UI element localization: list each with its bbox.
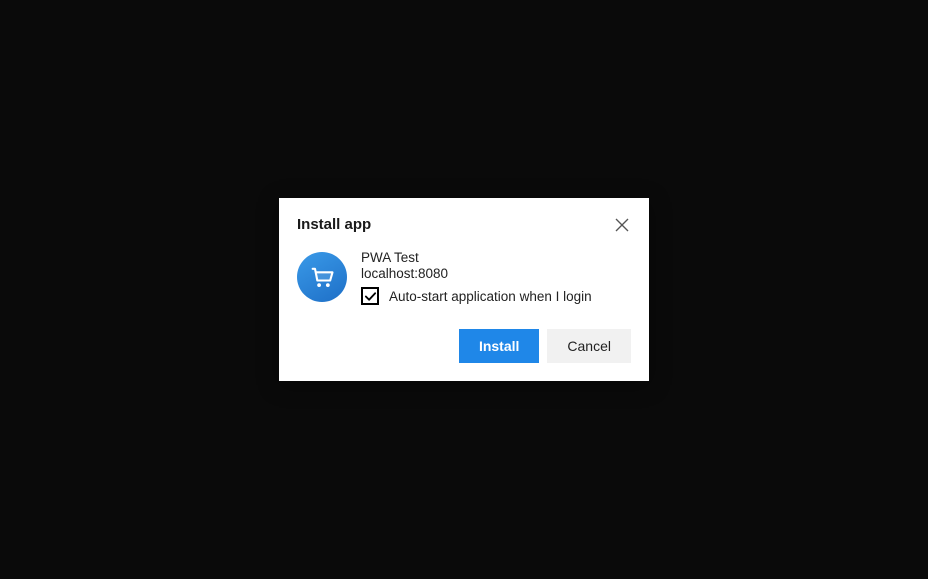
- autostart-checkbox[interactable]: [361, 287, 379, 305]
- close-icon: [615, 218, 629, 232]
- checkmark-icon: [364, 290, 377, 303]
- dialog-header: Install app: [297, 216, 631, 234]
- app-info: PWA Test localhost:8080 Auto-start appli…: [361, 250, 631, 305]
- autostart-label: Auto-start application when I login: [389, 289, 592, 304]
- app-name: PWA Test: [361, 250, 631, 265]
- autostart-row: Auto-start application when I login: [361, 287, 631, 305]
- dialog-actions: Install Cancel: [297, 329, 631, 363]
- cancel-button[interactable]: Cancel: [547, 329, 631, 363]
- install-app-dialog: Install app PWA Test localhost:8080: [279, 198, 649, 381]
- close-button[interactable]: [613, 216, 631, 234]
- dialog-title: Install app: [297, 216, 371, 233]
- app-icon: [297, 252, 347, 302]
- app-origin: localhost:8080: [361, 266, 631, 281]
- install-button[interactable]: Install: [459, 329, 539, 363]
- shopping-cart-icon: [308, 263, 336, 291]
- dialog-content: PWA Test localhost:8080 Auto-start appli…: [297, 250, 631, 305]
